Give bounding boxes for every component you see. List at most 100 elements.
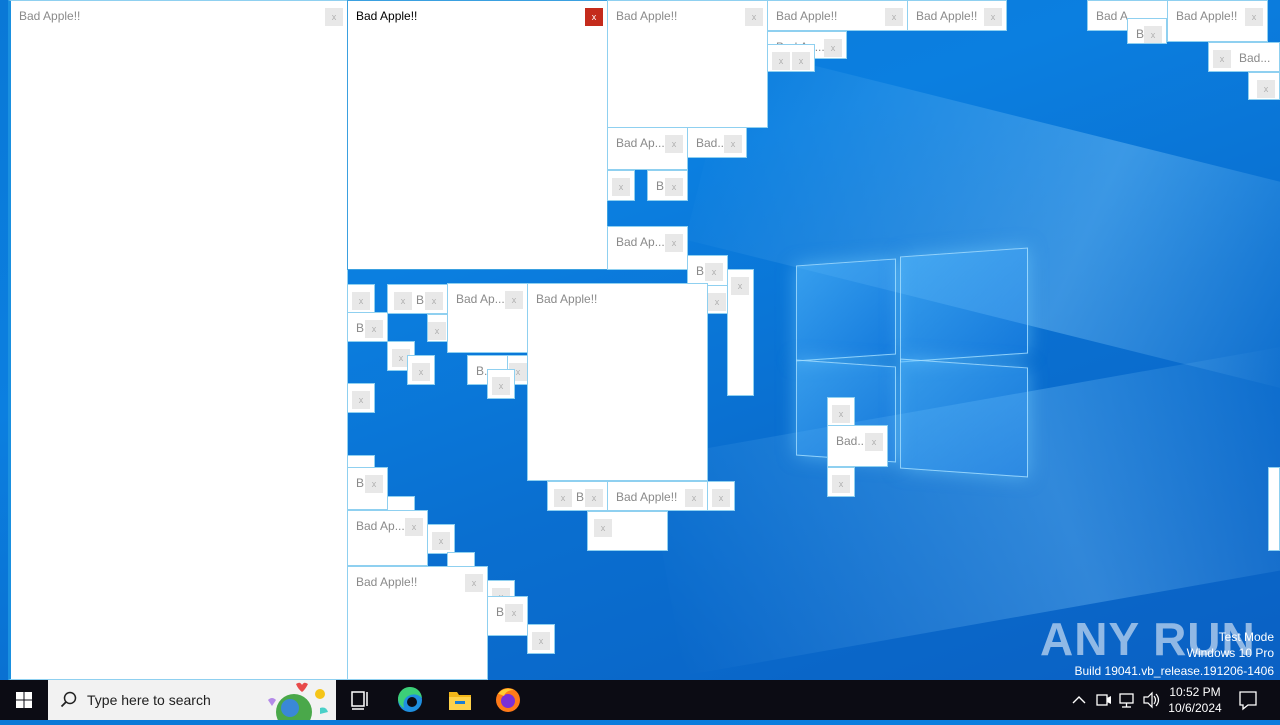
bad-apple-window[interactable]: Bad Apple!! x [607,0,768,128]
bad-apple-window[interactable]: B. x [687,255,728,286]
bad-apple-window[interactable]: B. x [487,596,528,636]
close-button[interactable]: x [885,8,903,26]
close-button[interactable]: x [352,292,370,310]
bad-apple-window[interactable]: B. x [347,467,388,510]
close-button[interactable]: x [492,377,510,395]
close-button[interactable]: x [365,320,383,338]
task-view-button[interactable] [336,680,384,720]
bad-apple-window[interactable]: Bad Apple!! [527,283,708,481]
bad-apple-window[interactable]: x [347,383,375,413]
close-button[interactable]: x [425,292,443,310]
firefox-button[interactable] [484,680,532,720]
close-button[interactable]: x [325,8,343,26]
close-button[interactable]: x [1245,8,1263,26]
windows-start-icon [16,692,32,708]
close-button[interactable]: x [432,532,450,550]
bad-apple-window[interactable]: x [427,524,455,554]
close-button[interactable]: x [505,604,523,622]
close-button[interactable]: x [585,489,603,507]
bad-apple-window[interactable]: x [707,481,735,511]
bad-apple-window[interactable]: x B. x [387,284,448,314]
search-highlight-icon [268,682,328,720]
bad-apple-window[interactable]: Bad Apple!! x [1167,0,1268,42]
file-explorer-button[interactable] [436,680,484,720]
bad-apple-window[interactable]: Bad Apple!! x [347,566,488,680]
close-button[interactable]: x [1213,50,1231,68]
close-button[interactable]: x [731,277,749,295]
close-button[interactable]: x [428,322,446,340]
close-button[interactable]: x [832,475,850,493]
bad-apple-window[interactable]: Bad... x [1208,42,1280,72]
bad-apple-window[interactable]: B. x [647,170,688,201]
tray-overflow-button[interactable] [1068,680,1090,720]
close-button[interactable]: x [824,39,842,57]
bad-apple-window[interactable]: x [347,284,375,314]
meet-now-button[interactable] [1092,680,1114,720]
bad-apple-window[interactable] [1268,467,1280,551]
notification-icon [1239,691,1257,711]
bad-apple-window[interactable]: Bad... x [687,127,747,158]
close-button[interactable]: x [772,52,790,70]
bad-apple-window[interactable]: Bad Ap... x [447,283,528,353]
close-button[interactable]: x [685,489,703,507]
bad-apple-window[interactable]: x [727,269,754,396]
bad-apple-window[interactable]: x [607,170,635,201]
close-button[interactable]: x [832,405,850,423]
bad-apple-window[interactable]: x [487,369,515,399]
chevron-up-icon [1072,696,1086,704]
bad-apple-window[interactable]: x [827,397,855,427]
close-button[interactable]: x [724,135,742,153]
close-button[interactable]: x [554,489,572,507]
close-button[interactable]: x [612,178,630,196]
bad-apple-window[interactable]: Bad Apple!! x [607,481,708,511]
close-button[interactable]: x [505,291,523,309]
search-box[interactable]: Type here to search [48,680,336,720]
edge-button[interactable] [386,680,434,720]
close-button[interactable]: x [792,52,810,70]
close-button[interactable]: x [1144,26,1162,43]
close-button[interactable]: x [665,178,683,196]
bad-apple-window[interactable]: Bad Apple!! x [907,0,1007,31]
bad-apple-window[interactable]: Bad Ap... x [347,510,428,566]
bad-apple-window[interactable]: x [707,285,728,314]
close-button[interactable]: x [708,293,726,311]
close-button[interactable]: x [712,489,730,507]
close-button[interactable]: x [665,234,683,252]
volume-button[interactable] [1140,680,1162,720]
bad-apple-window[interactable]: x [407,355,435,385]
bad-apple-window[interactable]: x [827,467,855,497]
close-button[interactable]: x [585,8,603,26]
close-button[interactable]: x [1257,80,1275,98]
close-button[interactable]: x [984,8,1002,26]
start-button[interactable] [0,680,48,720]
close-button[interactable]: x [405,518,423,536]
network-button[interactable] [1116,680,1138,720]
close-button[interactable]: x [465,574,483,592]
close-button[interactable]: x [745,8,763,26]
bad-apple-window[interactable]: B. x [347,312,388,342]
bad-apple-window[interactable]: Bad Apple!! x [767,0,908,31]
bad-apple-window[interactable]: x [1248,72,1280,100]
bad-apple-window[interactable]: x [427,314,448,342]
bad-apple-window[interactable]: x [527,624,555,654]
close-button[interactable]: x [705,263,723,281]
bad-apple-window[interactable]: Bad Ap... x [607,127,688,170]
bad-apple-window[interactable]: Bad Ap... x [607,226,688,270]
close-button[interactable]: x [594,519,612,537]
close-button[interactable]: x [865,433,883,451]
bad-apple-window[interactable]: B. x [1127,18,1167,44]
bad-apple-window[interactable]: x [587,511,668,551]
close-button[interactable]: x [532,632,550,650]
close-button[interactable]: x [365,475,383,493]
clock[interactable]: 10:52 PM 10/6/2024 [1162,684,1228,716]
bad-apple-window-active[interactable]: Bad Apple!! x [347,0,608,270]
close-button[interactable]: x [412,363,430,381]
action-center-button[interactable] [1234,680,1280,720]
close-button[interactable]: x [352,391,370,409]
bad-apple-window[interactable]: x x [767,44,815,72]
close-button[interactable]: x [665,135,683,153]
bad-apple-window[interactable]: Bad... x [827,425,888,467]
close-button[interactable]: x [394,292,412,310]
bad-apple-window[interactable]: Bad Apple!! x [8,0,348,680]
bad-apple-window[interactable]: x B. x [547,481,608,511]
